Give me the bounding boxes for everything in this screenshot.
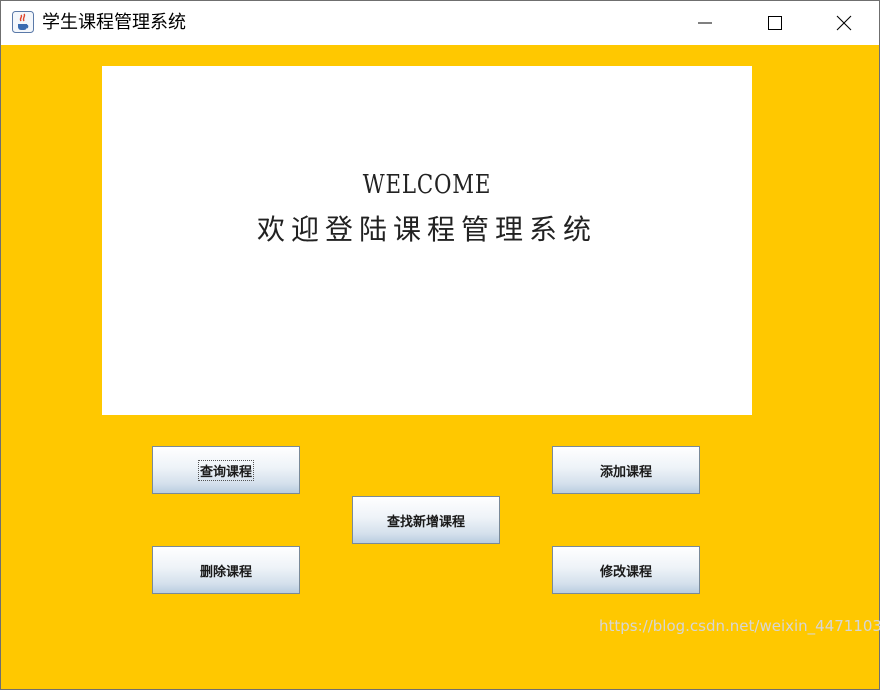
query-course-button[interactable]: 查询课程 [152,446,300,494]
welcome-heading: WELCOME [362,170,492,200]
delete-course-label: 删除课程 [199,564,252,580]
window-title: 学生课程管理系统 [42,12,186,33]
minimize-icon [698,22,712,24]
modify-course-label: 修改课程 [599,564,652,580]
query-course-label: 查询课程 [197,459,255,481]
delete-course-button[interactable]: 删除课程 [152,546,300,594]
modify-course-button[interactable]: 修改课程 [552,546,700,594]
watermark-text: https://blog.csdn.net/weixin_44711037 [599,617,880,635]
welcome-subtitle: 欢迎登陆课程管理系统 [256,213,597,246]
close-button[interactable] [809,1,879,45]
close-icon [836,15,852,31]
app-window: 学生课程管理系统 WELCOME 欢迎登陆课程管理系统 查询课程 添加课程 查找… [0,0,880,690]
maximize-button[interactable] [740,1,810,45]
add-course-label: 添加课程 [599,464,652,480]
main-content: WELCOME 欢迎登陆课程管理系统 查询课程 添加课程 查找新增课程 删除课程… [1,45,879,689]
find-new-course-button[interactable]: 查找新增课程 [352,496,500,544]
find-new-course-label: 查找新增课程 [386,514,465,530]
maximize-icon [768,16,782,30]
minimize-button[interactable] [670,1,740,45]
add-course-button[interactable]: 添加课程 [552,446,700,494]
title-bar[interactable]: 学生课程管理系统 [1,1,879,45]
java-cup-icon [12,11,34,33]
welcome-panel: WELCOME 欢迎登陆课程管理系统 [102,66,752,415]
